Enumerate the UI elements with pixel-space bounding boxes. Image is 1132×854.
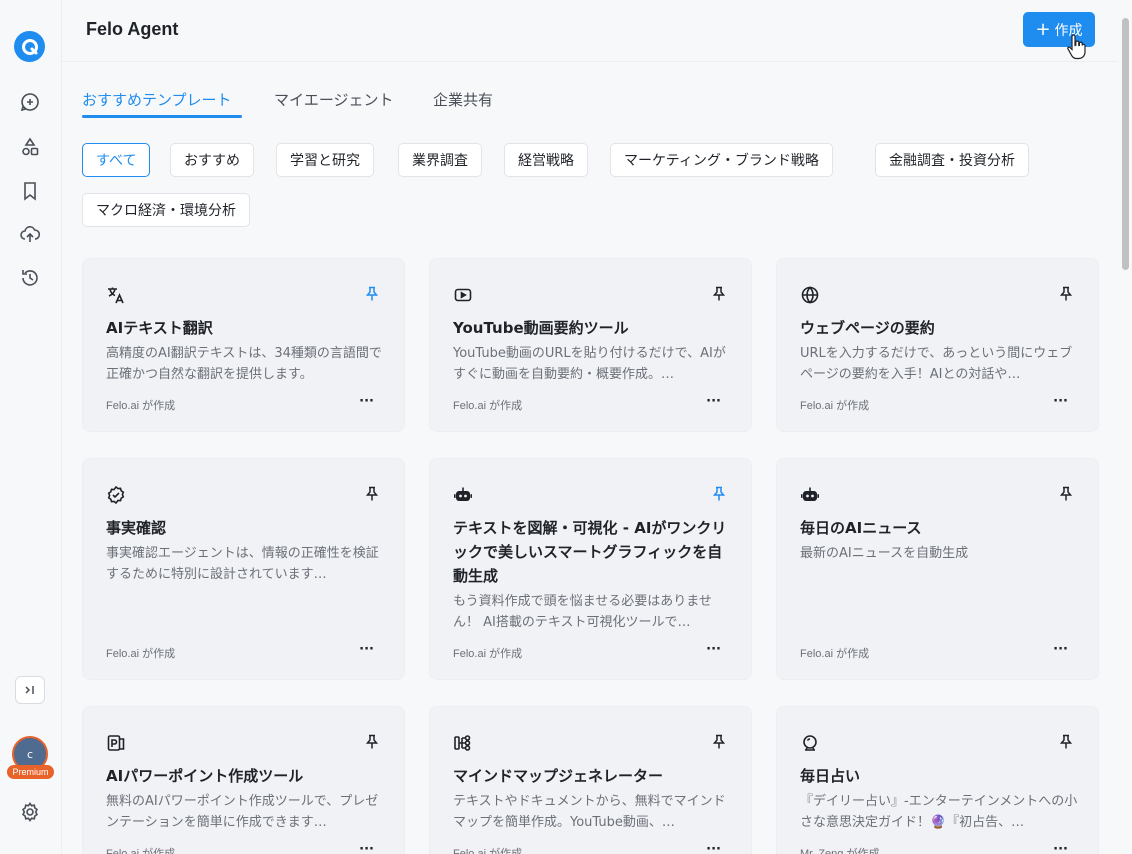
history-icon[interactable] [17,265,43,291]
sidebar: c Premium [0,0,62,854]
settings-gear-icon[interactable] [17,799,43,825]
youtube-icon [453,285,473,305]
robot-icon [800,485,820,505]
card-title: AIテキスト翻訳 [106,319,213,337]
expand-sidebar-icon[interactable] [15,676,45,704]
card-author: Felo.ai が作成 [800,648,870,660]
card-description: 無料のAIパワーポイント作成ツールで、プレゼンテーションを簡単に作成できます… [106,794,379,830]
pin-icon[interactable] [1058,485,1074,503]
more-options-icon[interactable]: ··· [359,843,374,854]
card-title: 毎日占い [800,767,861,785]
agent-card-ai-powerpoint[interactable]: AIパワーポイント作成ツール 無料のAIパワーポイント作成ツールで、プレゼンテー… [82,706,405,854]
more-options-icon[interactable]: ··· [1053,843,1068,854]
pin-icon[interactable] [364,285,380,303]
tab-enterprise-shared[interactable]: 企業共有 [433,89,493,110]
agent-card-ai-translation[interactable]: AIテキスト翻訳 高精度のAI翻訳テキストは、34種類の言語間で正確かつ自然な翻… [82,258,405,432]
pin-icon[interactable] [364,485,380,503]
pin-icon[interactable] [711,733,727,751]
card-author: Felo.ai が作成 [453,648,523,660]
agent-card-daily-ai-news[interactable]: 毎日のAIニュース 最新のAIニュースを自動生成 Felo.ai が作成 ··· [776,458,1099,680]
card-title: 事実確認 [106,519,167,537]
bookmark-icon[interactable] [17,178,43,204]
card-author: Felo.ai が作成 [800,400,870,412]
card-description: 最新のAIニュースを自動生成 [800,546,969,561]
card-description: YouTube動画のURLを貼り付けるだけで、AIがすぐに動画を自動要約・概要作… [453,346,726,382]
agent-card-fact-check[interactable]: 事実確認 事実確認エージェントは、情報の正確性を検証するために特別に設計されてい… [82,458,405,680]
active-tab-indicator [82,115,242,118]
globe-icon [800,285,820,305]
chip-management-strategy[interactable]: 経営戦略 [504,143,588,177]
tab-my-agents[interactable]: マイエージェント [274,89,394,110]
chip-learning-research[interactable]: 学習と研究 [276,143,374,177]
card-description: 高精度のAI翻訳テキストは、34種類の言語間で正確かつ自然な翻訳を提供します。 [106,346,382,382]
card-title: ウェブページの要約 [800,319,935,337]
robot-icon [453,485,473,505]
chip-industry-research[interactable]: 業界調査 [398,143,482,177]
scrollbar-thumb[interactable] [1122,18,1129,270]
shapes-icon[interactable] [17,134,43,160]
card-title: マインドマップジェネレーター [453,767,664,785]
mindmap-icon [453,733,473,753]
pin-icon[interactable] [364,733,380,751]
page-title: Felo Agent [86,19,179,39]
translate-icon [106,285,126,305]
new-chat-icon[interactable] [17,89,43,115]
chip-marketing-brand[interactable]: マーケティング・ブランド戦略 [610,143,833,177]
card-author: Felo.ai が作成 [453,400,523,412]
pin-icon[interactable] [711,285,727,303]
card-title: テキストを図解・可視化 - AIがワンクリックで美しいスマートグラフィックを自動… [453,519,727,585]
premium-badge: Premium [7,765,54,779]
card-title: 毎日のAIニュース [800,519,922,537]
card-description: もう資料作成で頭を悩ませる必要はありません！ AI搭載のテキスト可視化ツールで… [453,594,712,630]
pin-icon[interactable] [1058,285,1074,303]
agent-card-daily-fortune[interactable]: 毎日占い 『デイリー占い』-エンターテインメントへの小さな意思決定ガイド！🔮『初… [776,706,1099,854]
chip-macroeconomy[interactable]: マクロ経済・環境分析 [82,193,250,227]
more-options-icon[interactable]: ··· [359,643,374,656]
agent-card-youtube-summary[interactable]: YouTube動画要約ツール YouTube動画のURLを貼り付けるだけで、AI… [429,258,752,432]
fortune-icon [800,733,820,753]
card-title: YouTube動画要約ツール [453,319,629,337]
verified-badge-icon [106,485,126,505]
felo-logo-icon[interactable] [14,31,45,62]
card-description: 事実確認エージェントは、情報の正確性を検証するために特別に設計されています… [106,546,379,582]
pin-icon[interactable] [1058,733,1074,751]
chip-recommended[interactable]: おすすめ [170,143,254,177]
agent-card-mindmap[interactable]: マインドマップジェネレーター テキストやドキュメントから、無料でマインドマップを… [429,706,752,854]
chip-all[interactable]: すべて [82,143,151,177]
more-options-icon[interactable]: ··· [1053,395,1068,408]
header: Felo Agent + 作成 [62,0,1118,62]
card-description: 『デイリー占い』-エンターテインメントへの小さな意思決定ガイド！🔮『初占告、… [800,794,1078,830]
more-options-icon[interactable]: ··· [706,643,721,656]
agent-card-text-visualization[interactable]: テキストを図解・可視化 - AIがワンクリックで美しいスマートグラフィックを自動… [429,458,752,680]
card-description: URLを入力するだけで、あっという間にウェブページの要約を入手！AIとの対話や… [800,346,1073,382]
more-options-icon[interactable]: ··· [1053,643,1068,656]
card-author: Felo.ai が作成 [106,848,176,854]
plus-icon: + [1035,18,1051,40]
pin-icon[interactable] [711,485,727,503]
card-author: Felo.ai が作成 [453,848,523,854]
card-author: Felo.ai が作成 [106,400,176,412]
more-options-icon[interactable]: ··· [706,395,721,408]
card-title: AIパワーポイント作成ツール [106,767,304,785]
more-options-icon[interactable]: ··· [706,843,721,854]
upload-cloud-icon[interactable] [17,221,43,247]
powerpoint-icon [106,733,126,753]
agent-card-webpage-summary[interactable]: ウェブページの要約 URLを入力するだけで、あっという間にウェブページの要約を入… [776,258,1099,432]
scrollbar[interactable] [1118,0,1132,854]
tab-recommended-templates[interactable]: おすすめテンプレート [82,89,232,110]
hand-cursor-icon [1067,34,1086,60]
card-author: Mr. Zeng が作成 [800,848,880,854]
card-description: テキストやドキュメントから、無料でマインドマップを簡単作成。YouTube動画、… [453,794,726,830]
more-options-icon[interactable]: ··· [359,395,374,408]
card-author: Felo.ai が作成 [106,648,176,660]
chip-finance-investment[interactable]: 金融調査・投資分析 [875,143,1029,177]
